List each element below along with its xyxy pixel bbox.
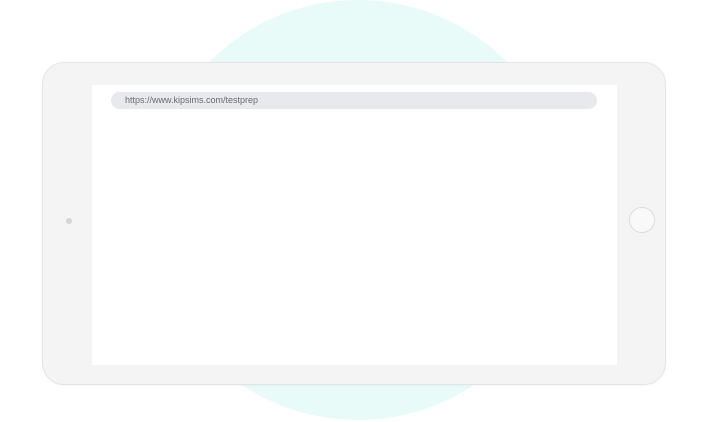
address-url: https://www.kipsims.com/testprep [125,95,259,105]
address-bar[interactable]: https://www.kipsims.com/testprep [111,92,597,109]
tablet-screen: https://www.kipsims.com/testprep [92,85,617,365]
home-button-icon[interactable] [629,207,655,233]
tablet-frame: https://www.kipsims.com/testprep [42,62,666,385]
illustration: https://www.kipsims.com/testprep [0,0,710,422]
camera-icon [66,218,72,224]
browser-viewport [92,115,617,365]
